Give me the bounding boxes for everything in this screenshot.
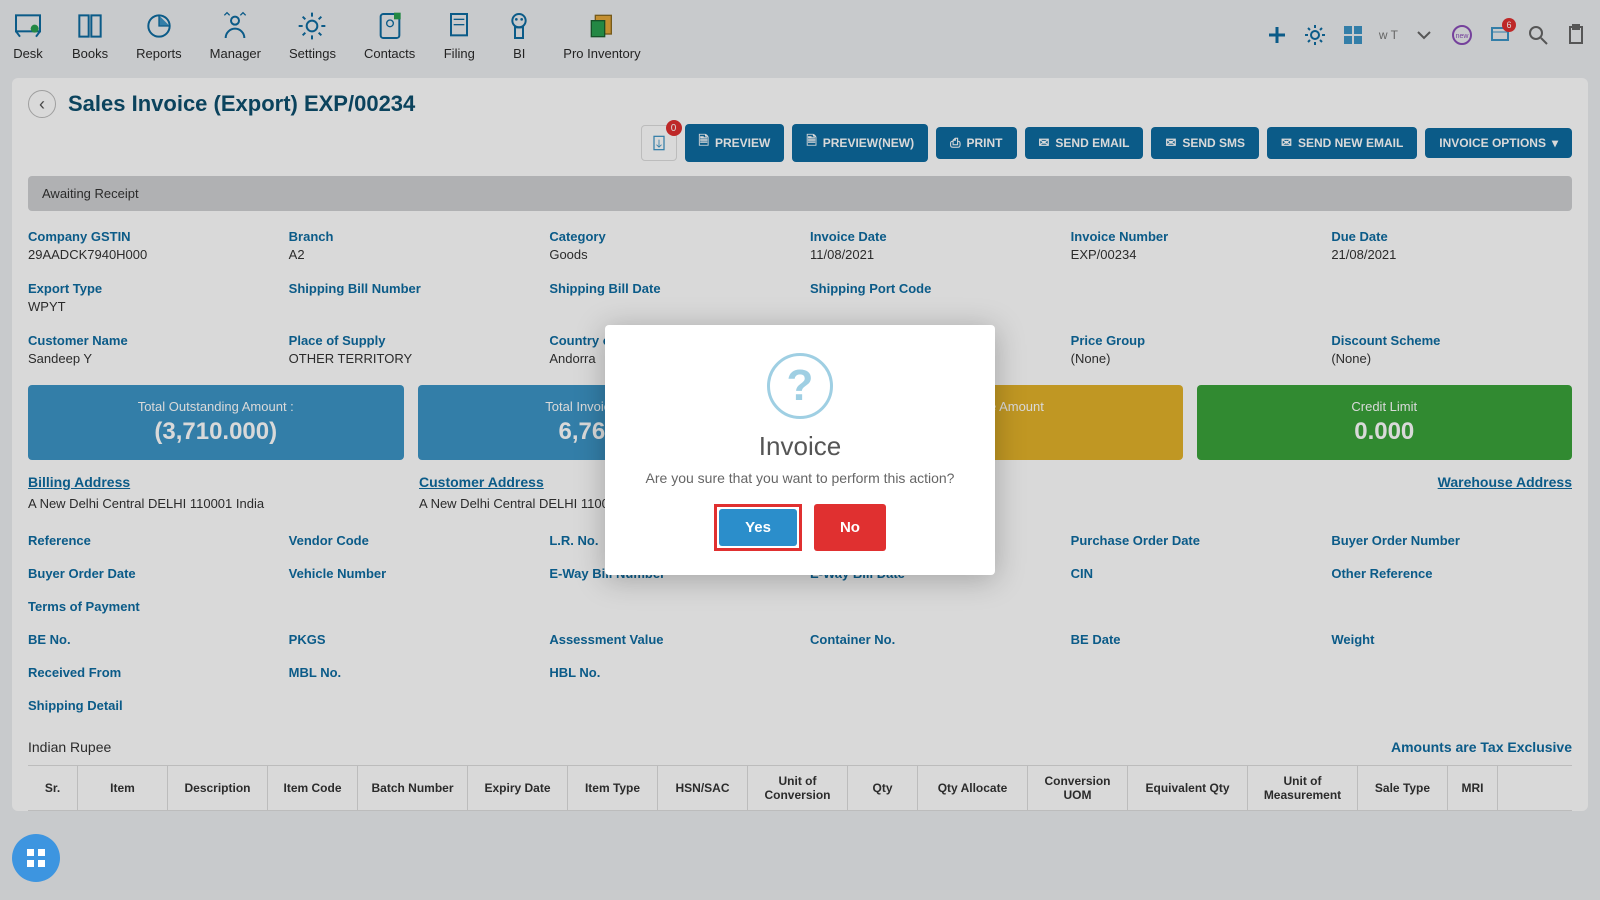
fab-button[interactable] (12, 834, 60, 882)
confirm-modal: ? Invoice Are you sure that you want to … (605, 325, 995, 575)
modal-message: Are you sure that you want to perform th… (629, 470, 971, 486)
modal-title: Invoice (629, 431, 971, 462)
grid-icon (24, 846, 48, 870)
question-icon: ? (767, 353, 833, 419)
yes-highlight: Yes (714, 504, 802, 551)
modal-yes-button[interactable]: Yes (719, 509, 797, 546)
modal-no-button[interactable]: No (814, 504, 886, 551)
modal-overlay: ? Invoice Are you sure that you want to … (0, 0, 1600, 900)
